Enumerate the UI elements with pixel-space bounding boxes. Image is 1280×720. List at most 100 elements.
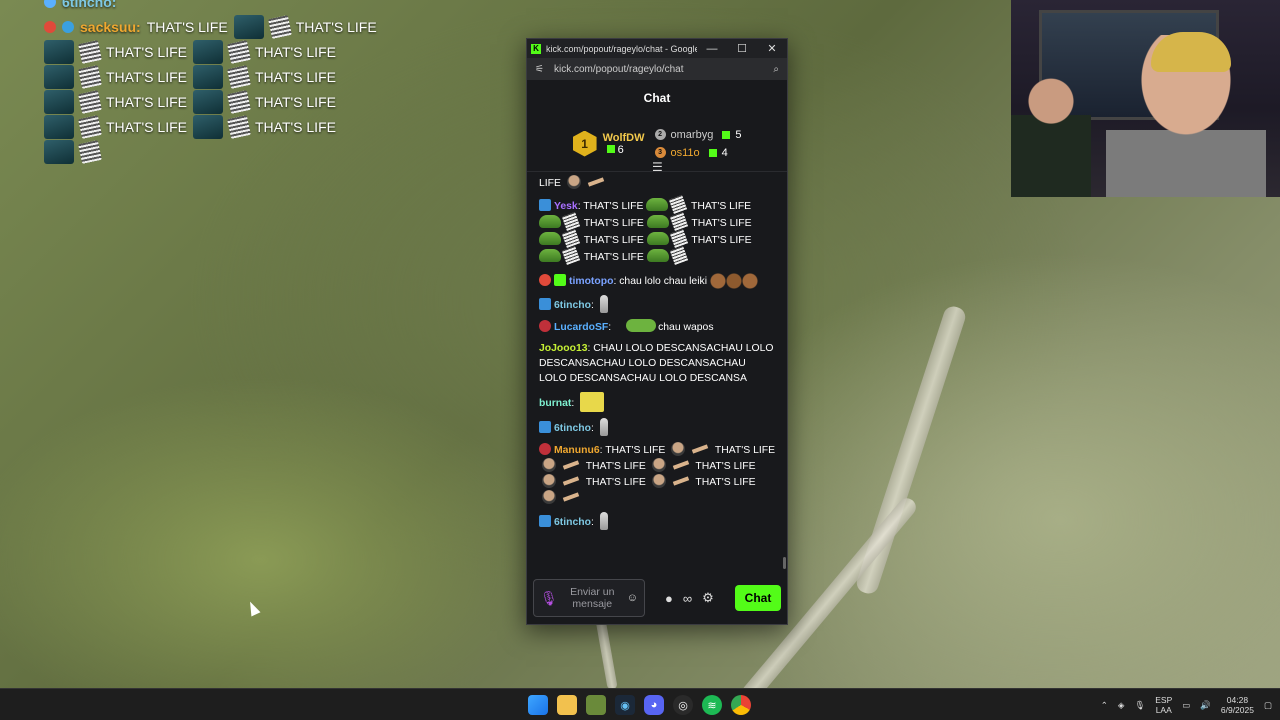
url-text[interactable]: kick.com/popout/rageylo/chat (554, 64, 763, 75)
keyboard-emote-icon (669, 212, 688, 231)
site-settings-icon[interactable]: ⚟ (535, 64, 544, 75)
notifications-icon[interactable]: ▢ (1264, 700, 1272, 711)
chat-popup-window[interactable]: K kick.com/popout/rageylo/chat - Google.… (526, 38, 788, 625)
language-code: ESP (1155, 695, 1173, 705)
filter-icon[interactable]: ☰ (652, 160, 663, 174)
mouse-cursor-icon (245, 599, 261, 617)
window-titlebar[interactable]: K kick.com/popout/rageylo/chat - Google.… (527, 39, 787, 58)
message-text: chau lolo chau leiki (619, 276, 708, 287)
message-username[interactable]: Yesk (554, 201, 578, 212)
gear-icon[interactable]: ⚙ (702, 590, 714, 606)
frog-emote-icon (646, 215, 669, 228)
overlay-text: THAT'S LIFE (254, 93, 336, 110)
minimize-button[interactable]: — (697, 39, 727, 58)
close-button[interactable]: ✕ (757, 39, 787, 58)
message-text: THAT'S LIFE (583, 218, 644, 229)
maximize-button[interactable]: ☐ (727, 39, 757, 58)
stick-emote-icon (692, 444, 709, 454)
badge-icon (44, 0, 56, 8)
message-text: THAT'S LIFE (691, 235, 752, 246)
emote-icon (44, 64, 74, 89)
clock[interactable]: 04:28 6/9/2025 (1221, 695, 1254, 715)
emote-icon (192, 114, 223, 139)
infinity-icon[interactable]: ∞ (683, 591, 692, 606)
discord-icon[interactable]: ◕ (644, 695, 664, 715)
chat-message: JoJooo13: CHAU LOLO DESCANSACHAU LOLO DE… (539, 343, 774, 384)
message-username[interactable]: JoJooo13 (539, 343, 588, 354)
message-text: LIFE (539, 178, 561, 189)
stream-chat-overlay: 6tincho: sacksuu: THAT'S LIFE THAT'S LIF… (44, 0, 384, 164)
keyboard-emote-icon (227, 64, 251, 89)
leaderboard-first[interactable]: 1 WolfDW 6 (572, 130, 645, 157)
message-input[interactable]: 🎙 Enviar un mensaje ☺ (533, 579, 645, 617)
leaderboard-row[interactable]: 3 os11o 4 (654, 146, 742, 159)
keyboard-emote-icon (227, 39, 251, 64)
chat-message: 6tincho: (539, 295, 775, 313)
chat-scrollbar[interactable] (783, 557, 786, 569)
spotify-icon[interactable]: ≋ (702, 695, 722, 715)
file-explorer-icon[interactable] (557, 695, 577, 715)
emote-icon (44, 139, 74, 164)
overlay-line: THAT'S LIFE THAT'S LIFE (44, 39, 384, 64)
message-text: THAT'S LIFE (585, 461, 646, 472)
windows-start-icon[interactable] (528, 695, 548, 715)
chat-messages[interactable]: LIFE Yesk: THAT'S LIFE THAT'S LIFE THAT'… (527, 175, 787, 569)
leaderboard-name: os11o (670, 146, 700, 159)
mod-badge-icon (539, 515, 551, 527)
face-emote-icon (542, 490, 556, 504)
message-username[interactable]: 6tincho (554, 517, 591, 528)
chat-message: burnat: (539, 392, 775, 412)
network-icon[interactable]: ▭ (1182, 700, 1190, 711)
emote-picker-icon[interactable]: ☺ (627, 592, 638, 604)
language-indicator[interactable]: ESP LAA (1155, 695, 1172, 715)
message-input-placeholder[interactable]: Enviar un mensaje (564, 586, 621, 610)
leaderboard-row[interactable]: 2 omarbyg 5 (654, 128, 742, 141)
clock-date: 6/9/2025 (1220, 705, 1254, 715)
overlay-text: THAT'S LIFE (146, 18, 228, 35)
cat-emote-icon (599, 295, 608, 313)
zoom-icon[interactable]: ⌕ (773, 64, 779, 75)
address-bar[interactable]: ⚟ kick.com/popout/rageylo/chat ⌕ (527, 58, 787, 80)
keyboard-emote-icon (78, 64, 102, 89)
message-username[interactable]: 6tincho (554, 300, 591, 311)
send-chat-button[interactable]: Chat (735, 585, 781, 611)
overlay-text: THAT'S LIFE (254, 68, 336, 85)
keyboard-emote-icon (561, 229, 581, 248)
obs-icon[interactable]: ◎ (673, 695, 693, 715)
webcam-feed (1011, 0, 1280, 197)
chat-message: 6tincho: (539, 512, 775, 530)
message-username[interactable]: LucardoSF (554, 322, 608, 333)
leaderboard-name: WolfDW (602, 131, 645, 144)
taskbar: ◉ ◕ ◎ ≋ ⌃ ◈ 🎙 ESP LAA ▭ 🔊 04:28 6/9/2025… (0, 688, 1280, 720)
overlay-text: THAT'S LIFE (106, 68, 187, 85)
gift-icon (722, 130, 731, 139)
message-username[interactable]: Manunu6 (554, 445, 600, 456)
message-text: THAT'S LIFE (583, 252, 644, 263)
points-icon[interactable]: ● (665, 591, 673, 606)
microphone-icon[interactable]: 🎙 (1134, 700, 1145, 711)
stick-emote-icon (562, 492, 580, 502)
face-emote-icon (651, 474, 666, 488)
chat-message: Manunu6: THAT'S LIFE THAT'S LIFE THAT'S … (539, 442, 775, 506)
overlay-line: THAT'S LIFE THAT'S LIFE (44, 89, 384, 114)
chat-input-row: 🎙 Enviar un mensaje ☺ ● ∞ ⚙ Chat (527, 572, 787, 624)
chevron-up-icon[interactable]: ⌃ (1101, 700, 1108, 711)
gift-icon (606, 144, 615, 153)
shield-icon[interactable]: ◈ (1118, 700, 1125, 711)
message-username[interactable]: 6tincho (554, 423, 591, 434)
message-text: THAT'S LIFE (695, 477, 756, 488)
volume-icon[interactable]: 🔊 (1200, 700, 1211, 711)
keyboard-emote-icon (227, 114, 251, 139)
microphone-icon[interactable]: 🎙 (540, 590, 558, 607)
frog-emote-icon (646, 249, 669, 262)
message-username[interactable]: burnat (539, 398, 571, 409)
steam-icon[interactable]: ◉ (615, 695, 635, 715)
leaderboard-count: 5 (735, 128, 742, 141)
stick-emote-icon (562, 460, 580, 470)
message-username[interactable]: timotopo (569, 276, 613, 287)
chrome-icon[interactable] (731, 695, 751, 715)
minecraft-icon[interactable] (586, 695, 606, 715)
gift-icon (708, 148, 717, 157)
sub-badge-icon (554, 274, 566, 286)
system-tray: ⌃ ◈ 🎙 ESP LAA ▭ 🔊 04:28 6/9/2025 ▢ (1101, 689, 1272, 720)
